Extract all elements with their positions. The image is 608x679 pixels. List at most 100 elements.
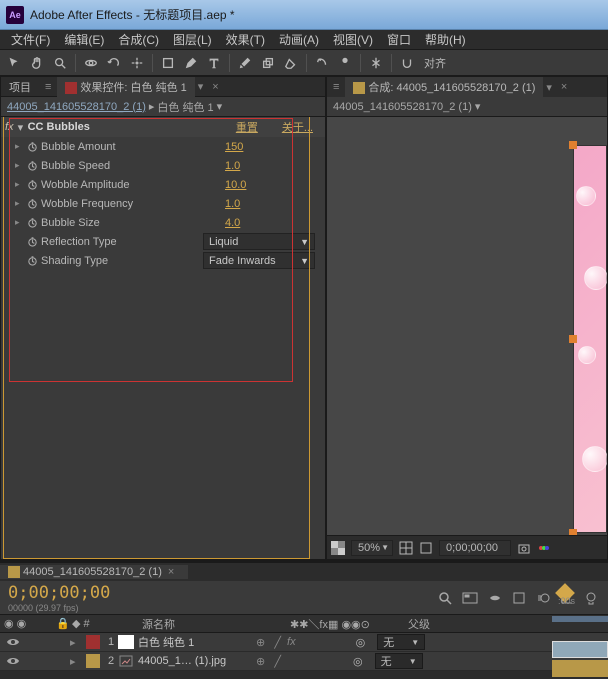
breadcrumb-dropdown-icon[interactable]: ▾ [214, 100, 226, 113]
rotate-tool-icon[interactable] [104, 53, 124, 73]
breadcrumb-dropdown-icon[interactable]: ▾ [472, 100, 484, 113]
layer-bar-2[interactable] [552, 660, 608, 677]
effect-about-link[interactable]: 关于... [282, 119, 313, 135]
shy-icon[interactable] [488, 591, 502, 605]
current-timecode[interactable]: 0;00;00;00 [8, 583, 110, 603]
selection-handle[interactable] [569, 529, 577, 535]
tab-close-icon[interactable]: × [555, 81, 573, 93]
layer-name[interactable]: 44005_1… (1).jpg [138, 655, 256, 667]
layer-row-1[interactable]: ▸ 1 白色 纯色 1 ⊕ ╱ fx ◎ 无▼ [0, 633, 608, 652]
col-lock-icon[interactable]: 🔒 [56, 617, 72, 630]
canvas[interactable] [573, 145, 607, 533]
mirror-tool-icon[interactable] [366, 53, 386, 73]
menu-window[interactable]: 窗口 [380, 31, 418, 48]
snap-icon[interactable] [397, 53, 417, 73]
region-icon[interactable] [537, 541, 551, 555]
tab-composition[interactable]: 合成: 44005_141605528170_2 (1) [345, 77, 543, 97]
expand-arrow-icon[interactable]: ▸ [15, 217, 25, 228]
stopwatch-icon[interactable] [25, 254, 39, 268]
alpha-icon[interactable] [331, 541, 345, 555]
selection-tool-icon[interactable] [4, 53, 24, 73]
text-tool-icon[interactable] [204, 53, 224, 73]
menu-help[interactable]: 帮助(H) [418, 31, 473, 48]
time-ruler[interactable]: :00s [552, 596, 608, 614]
menu-comp[interactable]: 合成(C) [111, 31, 166, 48]
composition-viewer[interactable] [327, 117, 607, 535]
work-area-bar[interactable] [552, 616, 608, 622]
stopwatch-icon[interactable] [25, 216, 39, 230]
tab-dropdown-icon[interactable]: ▾ [543, 81, 555, 94]
layer-color-swatch[interactable] [86, 654, 100, 668]
reflection-type-dropdown[interactable]: Liquid▼ [203, 233, 315, 250]
layer-switches[interactable]: ⊕ ╱ fx [256, 636, 296, 649]
search-icon[interactable] [438, 591, 452, 605]
expand-arrow-icon[interactable]: ▸ [15, 179, 25, 190]
expand-arrow-icon[interactable]: ▸ [15, 198, 25, 209]
menu-layer[interactable]: 图层(L) [166, 31, 219, 48]
pickwhip-icon[interactable]: ◎ [353, 655, 363, 668]
parent-dropdown[interactable]: 无▼ [377, 634, 425, 650]
comp-link[interactable]: 44005_141605528170_2 (1) [7, 101, 146, 113]
collapse-arrow-icon[interactable]: ▾ [18, 121, 28, 134]
layer-color-swatch[interactable] [86, 635, 100, 649]
clone-tool-icon[interactable] [258, 53, 278, 73]
hand-tool-icon[interactable] [27, 53, 47, 73]
prop-value[interactable]: 4.0 [225, 217, 325, 229]
tab-menu-icon[interactable]: ≡ [39, 81, 57, 93]
orbit-tool-icon[interactable] [81, 53, 101, 73]
menu-effect[interactable]: 效果(T) [219, 31, 272, 48]
snapshot-icon[interactable] [517, 541, 531, 555]
eraser-tool-icon[interactable] [281, 53, 301, 73]
menu-file[interactable]: 文件(F) [4, 31, 57, 48]
prop-value[interactable]: 10.0 [225, 179, 325, 191]
eye-icon[interactable] [4, 656, 22, 666]
stopwatch-icon[interactable] [25, 235, 39, 249]
grid-icon[interactable] [399, 541, 413, 555]
timeline-tab[interactable]: 44005_141605528170_2 (1)× [0, 565, 188, 579]
parent-dropdown[interactable]: 无▼ [375, 653, 423, 669]
stopwatch-icon[interactable] [25, 140, 39, 154]
comp-path-name[interactable]: 44005_141605528170_2 (1) [333, 101, 472, 113]
tab-close-icon[interactable]: × [206, 81, 224, 93]
effect-reset-link[interactable]: 重置 [236, 119, 258, 135]
stopwatch-icon[interactable] [25, 159, 39, 173]
tab-project[interactable]: 项目 [1, 77, 39, 97]
anchor-tool-icon[interactable] [127, 53, 147, 73]
prop-value[interactable]: 1.0 [225, 198, 325, 210]
tab-effect-controls[interactable]: 效果控件: 白色 纯色 1 [57, 77, 194, 97]
tab-dropdown-icon[interactable]: ▾ [195, 80, 207, 93]
tab-close-icon[interactable]: × [162, 566, 180, 578]
col-source-name[interactable]: 源名称 [142, 616, 290, 632]
expand-arrow-icon[interactable]: ▸ [70, 655, 82, 668]
menu-view[interactable]: 视图(V) [326, 31, 380, 48]
layer-bar-1[interactable] [552, 641, 608, 658]
frame-blend-icon[interactable] [512, 591, 526, 605]
layer-switches[interactable]: ⊕ ╱ [256, 655, 281, 668]
comp-mini-icon[interactable] [462, 591, 478, 605]
selection-handle[interactable] [569, 141, 577, 149]
prop-value[interactable]: 1.0 [225, 160, 325, 172]
menu-anim[interactable]: 动画(A) [272, 31, 326, 48]
expand-arrow-icon[interactable]: ▸ [15, 160, 25, 171]
pickwhip-icon[interactable]: ◎ [356, 636, 366, 649]
pin-tool-icon[interactable] [335, 53, 355, 73]
layer-row-2[interactable]: ▸ 2 44005_1… (1).jpg ⊕ ╱ ◎ 无▼ [0, 652, 608, 671]
shading-type-dropdown[interactable]: Fade Inwards▼ [203, 252, 315, 269]
motion-blur-icon[interactable] [536, 591, 550, 605]
tab-menu-icon[interactable]: ≡ [327, 81, 345, 93]
zoom-dropdown[interactable]: 50%▼ [351, 540, 393, 556]
prop-value[interactable]: 150 [225, 141, 325, 153]
rect-tool-icon[interactable] [158, 53, 178, 73]
col-vis-icon[interactable]: ◉ ◉ [4, 617, 56, 630]
stopwatch-icon[interactable] [25, 178, 39, 192]
brush-tool-icon[interactable] [235, 53, 255, 73]
expand-arrow-icon[interactable]: ▸ [70, 636, 82, 649]
layer-name[interactable]: 白色 纯色 1 [138, 634, 256, 650]
mask-icon[interactable] [419, 541, 433, 555]
stopwatch-icon[interactable] [25, 197, 39, 211]
expand-arrow-icon[interactable]: ▸ [15, 141, 25, 152]
zoom-tool-icon[interactable] [50, 53, 70, 73]
selection-handle[interactable] [569, 335, 577, 343]
fx-icon[interactable]: fx [5, 121, 14, 133]
eye-icon[interactable] [4, 637, 22, 647]
